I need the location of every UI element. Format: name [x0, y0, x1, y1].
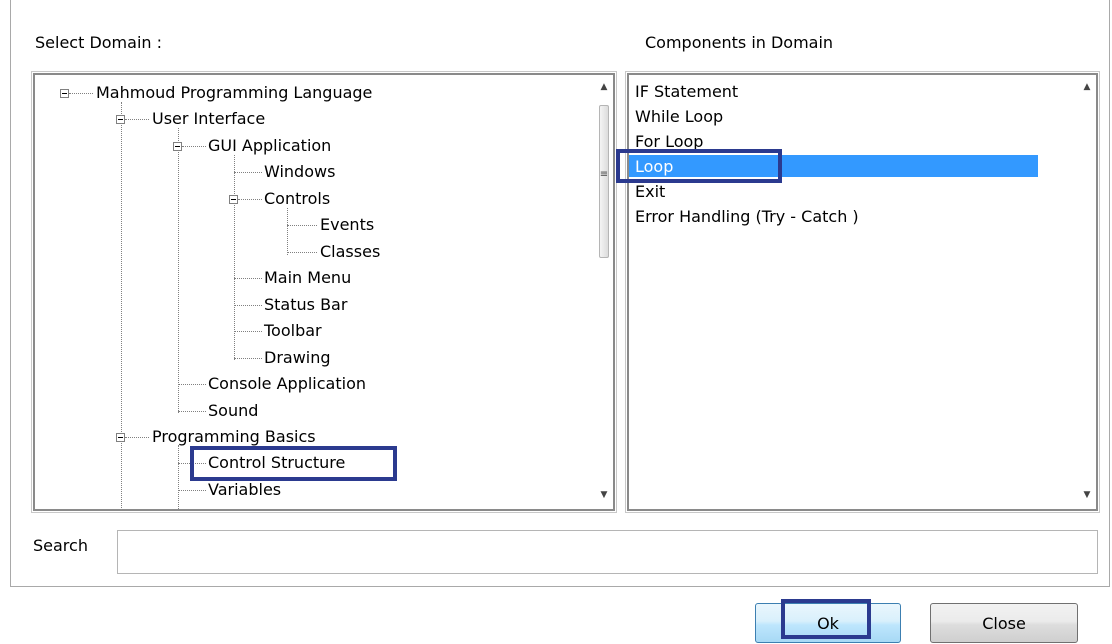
tree-line: [182, 146, 206, 147]
tree-line: [234, 358, 262, 359]
tree-line: [287, 225, 317, 226]
tree-scrollbar[interactable]: ▲ ≡ ▼: [595, 75, 613, 509]
tree-node-main-menu[interactable]: Main Menu: [264, 268, 351, 288]
tree-node-sound[interactable]: Sound: [208, 401, 258, 421]
search-label: Search: [33, 536, 88, 555]
tree-line: [69, 93, 93, 94]
tree-node-gui-application[interactable]: GUI Application: [208, 136, 331, 156]
scroll-down-arrow-icon[interactable]: ▼: [1078, 487, 1096, 503]
tree-node-classes[interactable]: Classes: [320, 242, 380, 262]
tree-line: [178, 128, 179, 413]
collapse-toggle-icon[interactable]: [116, 433, 125, 442]
tree-node-variables[interactable]: Variables: [208, 480, 281, 500]
tree-node-events[interactable]: Events: [320, 215, 374, 235]
tree-node-toolbar[interactable]: Toolbar: [264, 321, 322, 341]
tree-node-programming-basics[interactable]: Programming Basics: [152, 427, 316, 447]
list-scrollbar[interactable]: ▲ ▼: [1078, 75, 1096, 509]
scrollbar-grip-icon: ≡: [599, 169, 609, 180]
tree-line: [125, 437, 149, 438]
tree-node-status-bar[interactable]: Status Bar: [264, 295, 347, 315]
list-item[interactable]: IF Statement: [635, 82, 738, 102]
tree-line: [121, 102, 122, 509]
collapse-toggle-icon[interactable]: [60, 89, 69, 98]
tree-line: [287, 252, 317, 253]
tree-line: [287, 208, 288, 255]
tree-node-drawing[interactable]: Drawing: [264, 348, 331, 368]
highlight-box-loop: [616, 149, 782, 183]
highlight-box-ok: [781, 599, 871, 639]
tree-node-root[interactable]: Mahmoud Programming Language: [96, 83, 372, 103]
tree-node-controls[interactable]: Controls: [264, 189, 330, 209]
tree-line: [238, 199, 262, 200]
close-button[interactable]: Close: [930, 603, 1078, 643]
scroll-up-arrow-icon[interactable]: ▲: [1078, 79, 1096, 95]
components-in-domain-label: Components in Domain: [645, 33, 834, 52]
tree-line: [234, 172, 262, 173]
list-item[interactable]: Exit: [635, 182, 665, 202]
tree-line: [234, 305, 262, 306]
components-list[interactable]: IF Statement While Loop For Loop Loop Ex…: [625, 71, 1100, 513]
tree-line: [125, 119, 149, 120]
tree-line: [234, 331, 262, 332]
scroll-up-arrow-icon[interactable]: ▲: [595, 79, 613, 95]
tree-node-windows[interactable]: Windows: [264, 162, 335, 182]
tree-line: [178, 384, 206, 385]
highlight-box-control-structure: [190, 446, 397, 481]
scroll-down-arrow-icon[interactable]: ▼: [595, 487, 613, 503]
list-item[interactable]: Error Handling (Try - Catch ): [635, 207, 859, 227]
list-item[interactable]: While Loop: [635, 107, 723, 127]
tree-line: [234, 155, 235, 360]
collapse-toggle-icon[interactable]: [173, 142, 182, 151]
tree-line: [178, 445, 179, 509]
tree-line: [178, 411, 206, 412]
tree-node-user-interface[interactable]: User Interface: [152, 109, 265, 129]
tree-line: [234, 278, 262, 279]
collapse-toggle-icon[interactable]: [229, 195, 238, 204]
search-input[interactable]: [117, 530, 1098, 574]
tree-content: Mahmoud Programming Language User Interf…: [35, 75, 613, 509]
tree-node-console-application[interactable]: Console Application: [208, 374, 366, 394]
select-domain-label: Select Domain :: [35, 33, 163, 52]
collapse-toggle-icon[interactable]: [116, 115, 125, 124]
tree-line: [178, 490, 206, 491]
